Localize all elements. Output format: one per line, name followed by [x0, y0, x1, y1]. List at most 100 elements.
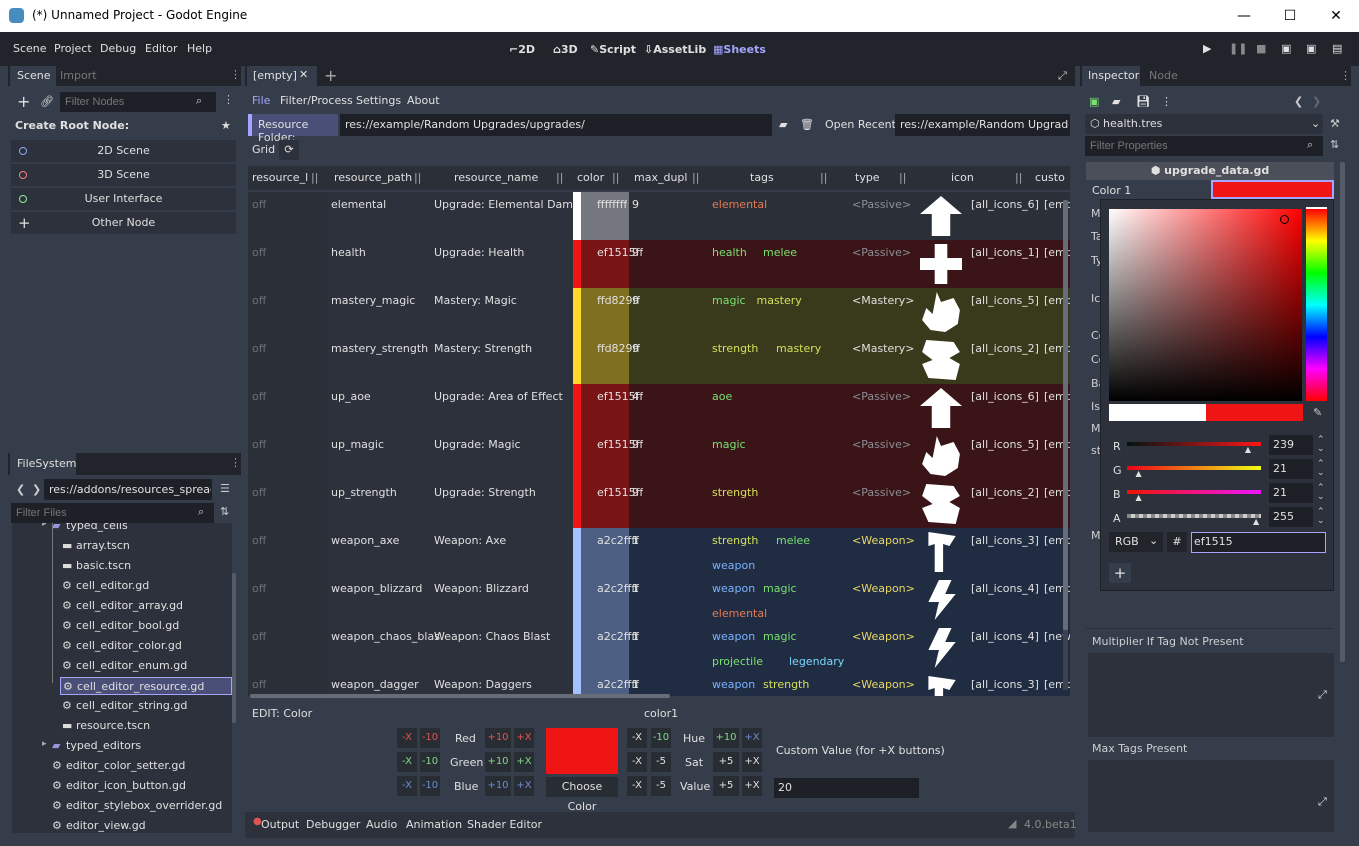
dock-menu-icon[interactable]: ⋮ — [1340, 69, 1351, 82]
file-tree-item[interactable]: ⚙ editor_icon_button.gd — [50, 777, 232, 795]
tab-debugger[interactable]: Debugger — [306, 818, 360, 831]
filter-files-input[interactable] — [11, 503, 214, 523]
play-custom-scene-icon[interactable]: ▣ — [1306, 42, 1316, 55]
resource-path-cell[interactable]: mastery_magic — [331, 294, 415, 307]
dock-menu-icon[interactable]: ⋮ — [230, 456, 241, 469]
file-tree-scrollbar[interactable] — [232, 573, 236, 723]
type-cell[interactable]: <Weapon> — [852, 534, 915, 547]
grid-hscrollbar[interactable] — [250, 694, 670, 698]
max-duplicates-cell[interactable]: 9 — [632, 438, 639, 451]
channel-slider[interactable] — [1127, 442, 1261, 446]
max-duplicates-cell[interactable]: 9 — [632, 294, 639, 307]
color1-swatch-button[interactable] — [1211, 180, 1334, 199]
split-mode-icon[interactable]: ☰ — [220, 482, 230, 495]
table-row[interactable]: off up_aoe Upgrade: Area of Effect ef1515ff… — [248, 384, 1070, 432]
resource-name-cell[interactable]: Upgrade: Elemental Damage — [434, 198, 572, 211]
max-duplicates-cell[interactable]: 1 — [632, 582, 639, 595]
menu-editor[interactable]: Editor — [145, 42, 178, 55]
tag-label[interactable]: melee — [763, 246, 797, 259]
slider-grabber-icon[interactable]: ▲ — [1135, 493, 1141, 502]
add-preset-button[interactable]: + — [1109, 563, 1131, 583]
table-row[interactable]: off health Upgrade: Health ef1515ff 9 <Passiv… — [248, 240, 1070, 288]
red-plus-x-button[interactable]: +X — [514, 728, 534, 748]
tab-empty-scene[interactable]: [empty] ✕ — [247, 66, 317, 86]
delete-icon[interactable]: 🗑︎ — [800, 118, 814, 131]
spinner-arrows-icon[interactable]: ⌃ ⌄ — [1317, 508, 1325, 526]
history-forward-icon[interactable]: ❯ — [1312, 95, 1321, 108]
workspace-3d[interactable]: ⌂3D — [553, 43, 578, 56]
slider-grabber-icon[interactable]: ▲ — [1253, 517, 1259, 526]
resource-local-cell[interactable]: off — [252, 342, 266, 355]
hue-minus-button[interactable]: -10 — [651, 728, 671, 748]
icon-cell-label[interactable]: [all_icons_1] — [971, 246, 1039, 259]
tag-label[interactable]: strength — [763, 678, 809, 691]
icon-cell-label[interactable]: [all_icons_6] — [971, 390, 1039, 403]
max-duplicates-cell[interactable]: 9 — [632, 342, 639, 355]
blue-plus-10-button[interactable]: +10 — [485, 776, 511, 796]
value-plus-button[interactable]: +5 — [713, 776, 739, 796]
filter-properties-input[interactable] — [1085, 136, 1323, 156]
expand-arrow-icon[interactable]: ▸ — [42, 523, 47, 529]
add-tab-icon[interactable]: + — [324, 66, 337, 85]
tag-label[interactable]: strength — [712, 342, 758, 355]
column-header[interactable]: custo — [1035, 171, 1065, 184]
table-row[interactable]: off mastery_magic Mastery: Magic ffd829ff 9 <… — [248, 288, 1070, 336]
tag-label[interactable]: projectile — [712, 655, 763, 668]
root-user-interface-button[interactable]: User Interface — [11, 188, 236, 210]
table-row[interactable]: off mastery_strength Mastery: Strength ffd8… — [248, 336, 1070, 384]
type-cell[interactable]: <Passive> — [852, 438, 911, 451]
sat-plus-button[interactable]: +5 — [713, 752, 739, 772]
object-properties-icon[interactable]: ⚒ — [1330, 117, 1340, 130]
root-other-node-button[interactable]: + Other Node — [11, 212, 236, 234]
icon-cell-label[interactable]: [all_icons_3] — [971, 534, 1039, 547]
green-minus-10-button[interactable]: -10 — [420, 752, 440, 772]
maximize-button[interactable]: ☐ — [1267, 0, 1313, 32]
green-plus-x-button[interactable]: +X — [514, 752, 534, 772]
channel-slider[interactable] — [1127, 490, 1261, 494]
column-resize-handle[interactable]: || — [556, 171, 563, 184]
pause-icon[interactable]: ❚❚ — [1229, 42, 1247, 55]
file-tree-item[interactable]: ⚙ cell_editor_array.gd — [60, 597, 232, 615]
resource-local-cell[interactable]: off — [252, 534, 266, 547]
file-tree-item[interactable]: ⚙ editor_color_setter.gd — [50, 757, 232, 775]
choose-color-button[interactable]: Choose Color — [546, 777, 618, 813]
blue-minus-x-button[interactable]: -X — [397, 776, 417, 796]
file-tree-item[interactable]: ⚙ cell_editor_color.gd — [60, 637, 232, 655]
hue-cursor[interactable] — [1306, 207, 1327, 209]
red-plus-10-button[interactable]: +10 — [485, 728, 511, 748]
menu-debug[interactable]: Debug — [100, 42, 136, 55]
tab-audio[interactable]: Audio — [366, 818, 397, 831]
hue-slider[interactable] — [1306, 209, 1327, 401]
hue-plus-button[interactable]: +10 — [713, 728, 739, 748]
resource-path-cell[interactable]: up_aoe — [331, 390, 371, 403]
column-resize-handle[interactable]: || — [899, 171, 906, 184]
menu-about[interactable]: About — [407, 94, 440, 107]
color-mode-select[interactable]: RGB ⌄ — [1109, 532, 1163, 552]
icon-cell-label[interactable]: [all_icons_6] — [971, 198, 1039, 211]
tag-label[interactable]: strength — [712, 486, 758, 499]
type-cell[interactable]: <Passive> — [852, 486, 911, 499]
sat-minus-x-button[interactable]: -X — [627, 752, 647, 772]
forward-icon[interactable]: ❯ — [32, 483, 41, 496]
tag-label[interactable]: melee — [776, 534, 810, 547]
menu-help[interactable]: Help — [187, 42, 212, 55]
resource-name-cell[interactable]: Weapon: Chaos Blast — [434, 630, 550, 643]
spinner-arrows-icon[interactable]: ⌃ ⌄ — [1317, 460, 1325, 478]
max-tags-editor[interactable] — [1088, 760, 1334, 832]
table-row[interactable]: off elemental Upgrade: Elemental Damage fff… — [248, 192, 1070, 240]
menu-project[interactable]: Project — [54, 42, 92, 55]
minimize-button[interactable]: — — [1221, 0, 1267, 32]
resource-path-cell[interactable]: weapon_axe — [331, 534, 399, 547]
type-cell[interactable]: <Weapon> — [852, 582, 915, 595]
tag-label[interactable]: magic — [712, 294, 746, 307]
resource-path-cell[interactable]: weapon_dagger — [331, 678, 419, 691]
max-duplicates-cell[interactable]: 1 — [632, 630, 639, 643]
table-row[interactable]: off weapon_axe Weapon: Axe a2c2ffff 1 <Weapon… — [248, 528, 1070, 576]
blue-plus-x-button[interactable]: +X — [514, 776, 534, 796]
tag-label[interactable]: mastery — [776, 342, 821, 355]
tag-label[interactable]: weapon — [712, 678, 755, 691]
tag-label[interactable]: magic — [763, 582, 797, 595]
icon-cell-label[interactable]: [all_icons_2] — [971, 486, 1039, 499]
resource-local-cell[interactable]: off — [252, 630, 266, 643]
close-window-button[interactable]: ✕ — [1313, 0, 1359, 32]
